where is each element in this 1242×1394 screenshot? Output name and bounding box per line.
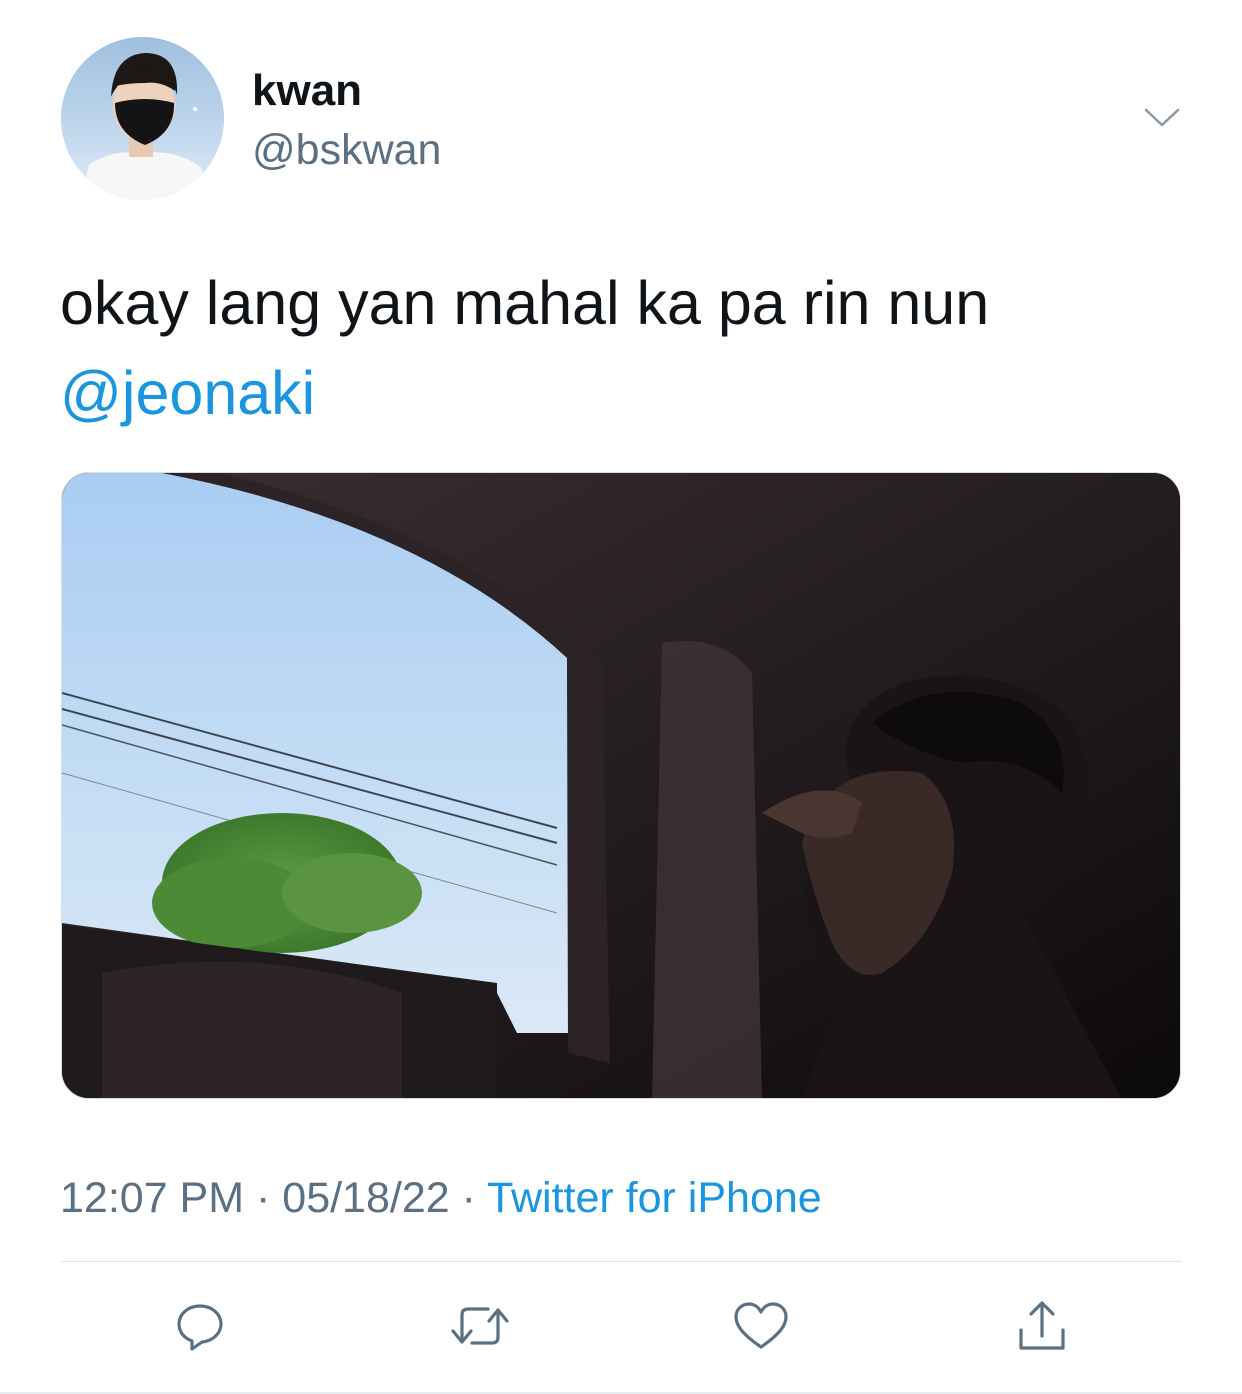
- chevron-down-icon: [1144, 108, 1180, 127]
- tweet-meta: 12:07 PM · 05/18/22 · Twitter for iPhone: [60, 1170, 822, 1226]
- tweet-source-link[interactable]: Twitter for iPhone: [487, 1174, 822, 1222]
- heart-icon: [734, 1302, 788, 1349]
- tweet-media-photo[interactable]: [61, 472, 1181, 1099]
- like-button[interactable]: [729, 1294, 793, 1358]
- tweet-time: 12:07 PM: [60, 1174, 245, 1222]
- retweet-icon: [451, 1307, 509, 1345]
- reply-icon: [177, 1304, 223, 1351]
- share-icon: [1019, 1301, 1065, 1350]
- photo-image: [62, 473, 1180, 1098]
- share-button[interactable]: [1010, 1294, 1074, 1358]
- divider: [61, 1261, 1182, 1262]
- meta-separator: ·: [244, 1174, 283, 1222]
- reply-button[interactable]: [168, 1294, 232, 1358]
- meta-separator: ·: [449, 1174, 488, 1222]
- retweet-button[interactable]: [448, 1294, 512, 1358]
- mention-link[interactable]: @jeonaki: [60, 352, 315, 434]
- avatar[interactable]: [61, 37, 224, 200]
- tweet-text: okay lang yan mahal ka pa rin nun: [60, 269, 990, 337]
- author-handle[interactable]: @bskwan: [252, 124, 441, 176]
- more-options-button[interactable]: [1140, 100, 1184, 136]
- author-display-name[interactable]: kwan: [252, 64, 362, 118]
- avatar-image: [61, 37, 224, 200]
- tweet-date: 05/18/22: [282, 1174, 450, 1222]
